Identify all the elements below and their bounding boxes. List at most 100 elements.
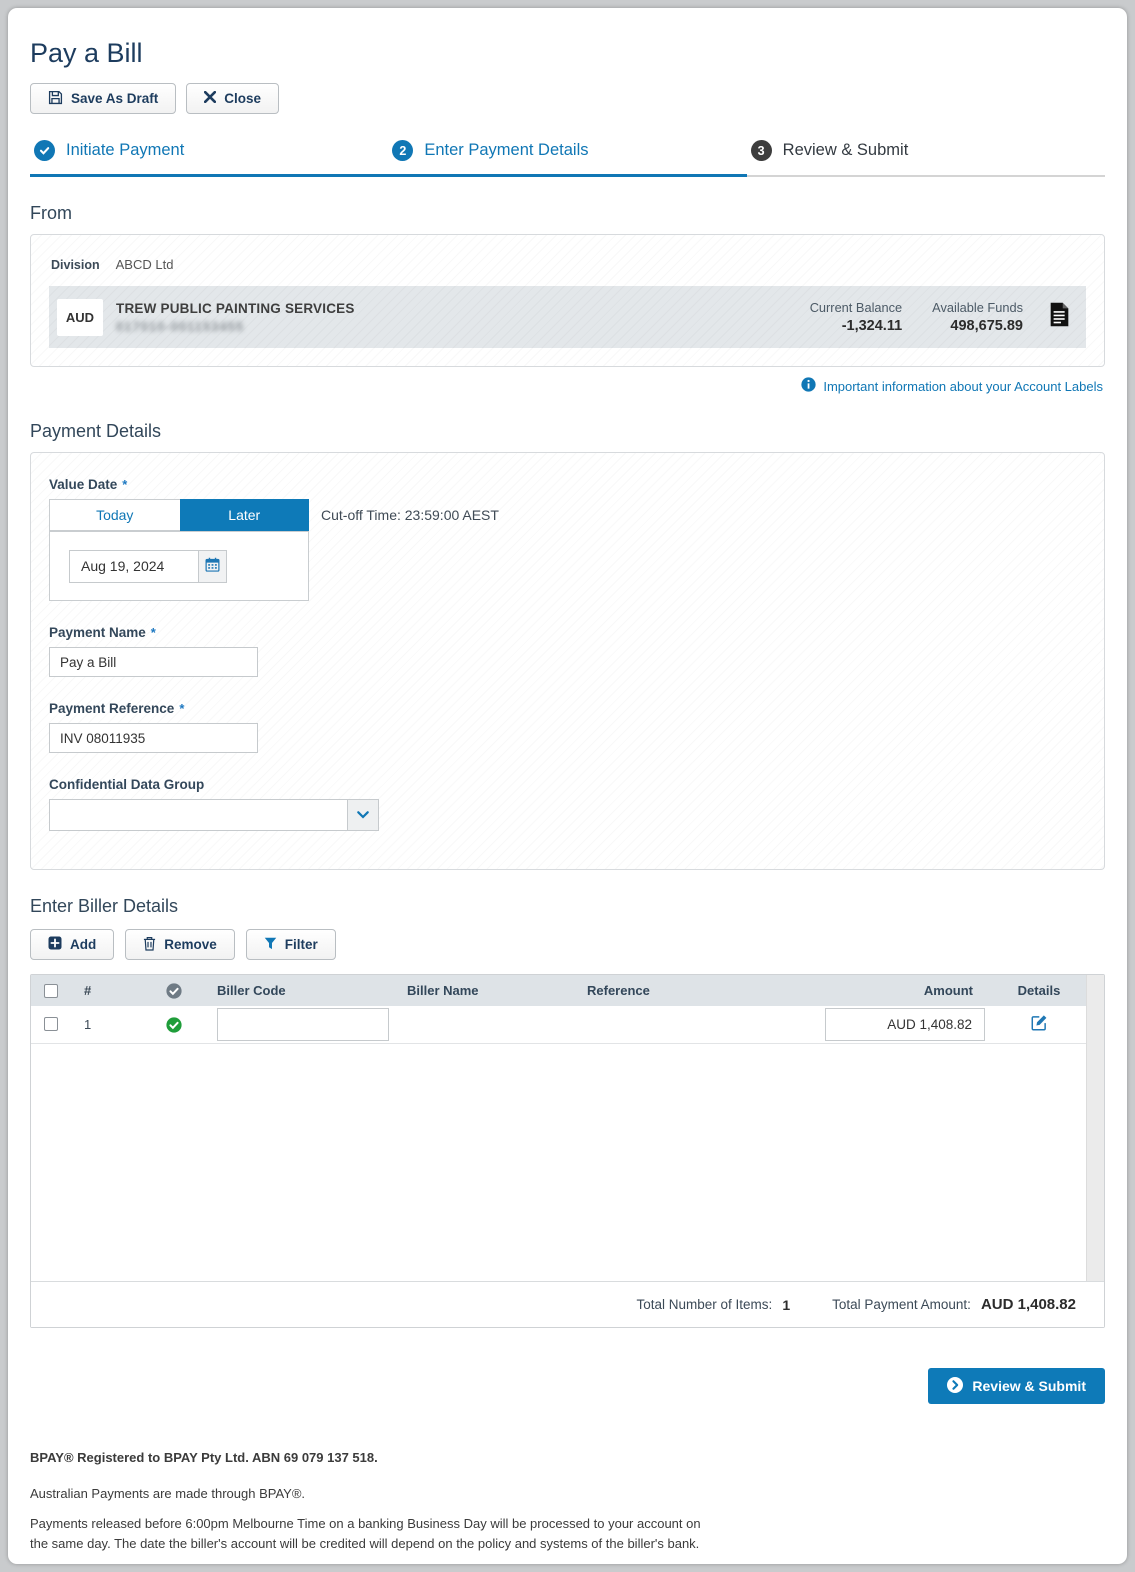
trash-icon [143, 936, 156, 954]
add-icon [48, 936, 62, 953]
confidential-data-group-select[interactable] [49, 799, 379, 831]
table-scrollbar-track[interactable] [1086, 975, 1104, 1281]
col-number: # [75, 983, 131, 998]
pay-a-bill-page: Pay a Bill Save As Draft Close Initiate … [8, 8, 1127, 1564]
total-amount-value: AUD 1,408.82 [981, 1296, 1076, 1313]
add-label: Add [70, 937, 96, 952]
currency-badge: AUD [57, 299, 103, 336]
biller-code-cell [217, 1008, 407, 1041]
from-heading: From [30, 203, 1105, 224]
payment-reference-input[interactable] [49, 723, 258, 753]
payment-name-label: Payment Name * [49, 625, 1086, 640]
from-panel: Division ABCD Ltd AUD TREW PUBLIC PAINTI… [30, 234, 1105, 367]
arrow-right-circle-icon [947, 1377, 963, 1396]
division-value: ABCD Ltd [116, 257, 174, 272]
biller-table: # Biller Code Biller Name Reference Amou… [30, 974, 1105, 1328]
division-label: Division [51, 258, 100, 272]
select-value [50, 800, 347, 830]
division-row: Division ABCD Ltd [51, 257, 1086, 272]
save-as-draft-button[interactable]: Save As Draft [30, 83, 176, 114]
amount-input[interactable] [825, 1008, 985, 1041]
review-submit-button[interactable]: Review & Submit [928, 1368, 1105, 1404]
enter-biller-details-heading: Enter Biller Details [30, 896, 1105, 917]
account-card[interactable]: AUD TREW PUBLIC PAINTING SERVICES 017010… [49, 286, 1086, 348]
filter-label: Filter [285, 937, 318, 952]
account-statement-icon[interactable] [1049, 302, 1070, 332]
payment-name-input[interactable] [49, 647, 258, 677]
account-number-masked: 017010-001153455 [116, 319, 810, 334]
filter-button[interactable]: Filter [246, 929, 336, 960]
close-button[interactable]: Close [186, 83, 279, 114]
calendar-icon [205, 557, 220, 575]
step-label: Review & Submit [783, 141, 909, 160]
step-complete-check-icon [34, 140, 55, 161]
biller-code-input[interactable] [217, 1008, 389, 1041]
step-review-submit[interactable]: 3 Review & Submit [747, 140, 1105, 177]
step-initiate-payment[interactable]: Initiate Payment [30, 140, 388, 177]
select-all-checkbox[interactable] [31, 983, 75, 999]
step-number-badge: 2 [392, 140, 413, 161]
total-amount-label: Total Payment Amount: [832, 1297, 971, 1312]
biller-table-header: # Biller Code Biller Name Reference Amou… [31, 975, 1087, 1006]
biller-table-empty-area [31, 1044, 1087, 1281]
add-button[interactable]: Add [30, 929, 114, 960]
required-marker: * [151, 625, 156, 640]
page-title: Pay a Bill [30, 38, 1105, 69]
close-icon [204, 91, 216, 106]
review-submit-label: Review & Submit [972, 1378, 1086, 1394]
total-items-value: 1 [782, 1297, 790, 1313]
save-as-draft-label: Save As Draft [71, 91, 158, 106]
col-reference: Reference [587, 983, 805, 998]
amount-cell [805, 1008, 991, 1041]
col-biller-name: Biller Name [407, 983, 587, 998]
current-balance-value: -1,324.11 [810, 318, 902, 334]
account-info: TREW PUBLIC PAINTING SERVICES 017010-001… [116, 301, 810, 334]
confidential-data-group-label: Confidential Data Group [49, 777, 1086, 792]
payment-details-heading: Payment Details [30, 421, 1105, 442]
value-date-input[interactable] [69, 550, 199, 583]
required-marker: * [122, 477, 127, 492]
available-funds-label: Available Funds [932, 300, 1023, 315]
payment-reference-label: Payment Reference * [49, 701, 1086, 716]
totals-row: Total Number of Items: 1 Total Payment A… [31, 1281, 1104, 1327]
account-name: TREW PUBLIC PAINTING SERVICES [116, 301, 810, 316]
value-date-widget: Today Later [49, 499, 309, 601]
bpay-payments-text: Australian Payments are made through BPA… [30, 1486, 1105, 1501]
value-date-today-button[interactable]: Today [49, 499, 180, 531]
footer: BPAY® Registered to BPAY Pty Ltd. ABN 69… [30, 1450, 1105, 1554]
account-labels-info-link[interactable]: Important information about your Account… [801, 377, 1103, 395]
chevron-down-icon [347, 800, 378, 830]
row-valid-check-icon [131, 1017, 217, 1033]
close-label: Close [224, 91, 261, 106]
remove-label: Remove [164, 937, 217, 952]
edit-details-icon[interactable] [991, 1014, 1087, 1036]
account-balances: Current Balance -1,324.11 Available Fund… [810, 300, 1023, 334]
col-amount: Amount [805, 983, 991, 998]
value-date-later-button[interactable]: Later [180, 499, 310, 531]
value-date-label: Value Date * [49, 477, 1086, 492]
row-checkbox[interactable] [31, 1016, 75, 1034]
col-details: Details [991, 983, 1087, 998]
toolbar: Save As Draft Close [30, 83, 1105, 114]
available-funds-block: Available Funds 498,675.89 [932, 300, 1023, 334]
row-number: 1 [75, 1017, 131, 1032]
col-biller-code: Biller Code [217, 983, 407, 998]
filter-icon [264, 937, 277, 953]
current-balance-label: Current Balance [810, 300, 902, 315]
available-funds-value: 498,675.89 [932, 318, 1023, 334]
step-enter-payment-details[interactable]: 2 Enter Payment Details [388, 140, 746, 177]
bpay-registration-text: BPAY® Registered to BPAY Pty Ltd. ABN 69… [30, 1450, 1105, 1465]
col-status-check-icon [131, 983, 217, 999]
calendar-button[interactable] [199, 550, 227, 583]
biller-toolbar: Add Remove Filter [30, 929, 1105, 960]
remove-button[interactable]: Remove [125, 929, 235, 960]
info-link-label: Important information about your Account… [823, 379, 1103, 394]
date-picker-box [49, 531, 309, 601]
processing-disclaimer-text: Payments released before 6:00pm Melbourn… [30, 1514, 710, 1554]
wizard-steps: Initiate Payment 2 Enter Payment Details… [30, 140, 1105, 177]
info-icon [801, 377, 816, 395]
cutoff-time-text: Cut-off Time: 23:59:00 AEST [321, 507, 499, 523]
total-items-label: Total Number of Items: [637, 1297, 773, 1312]
biller-table-row: 1 [31, 1006, 1087, 1044]
required-marker: * [179, 701, 184, 716]
